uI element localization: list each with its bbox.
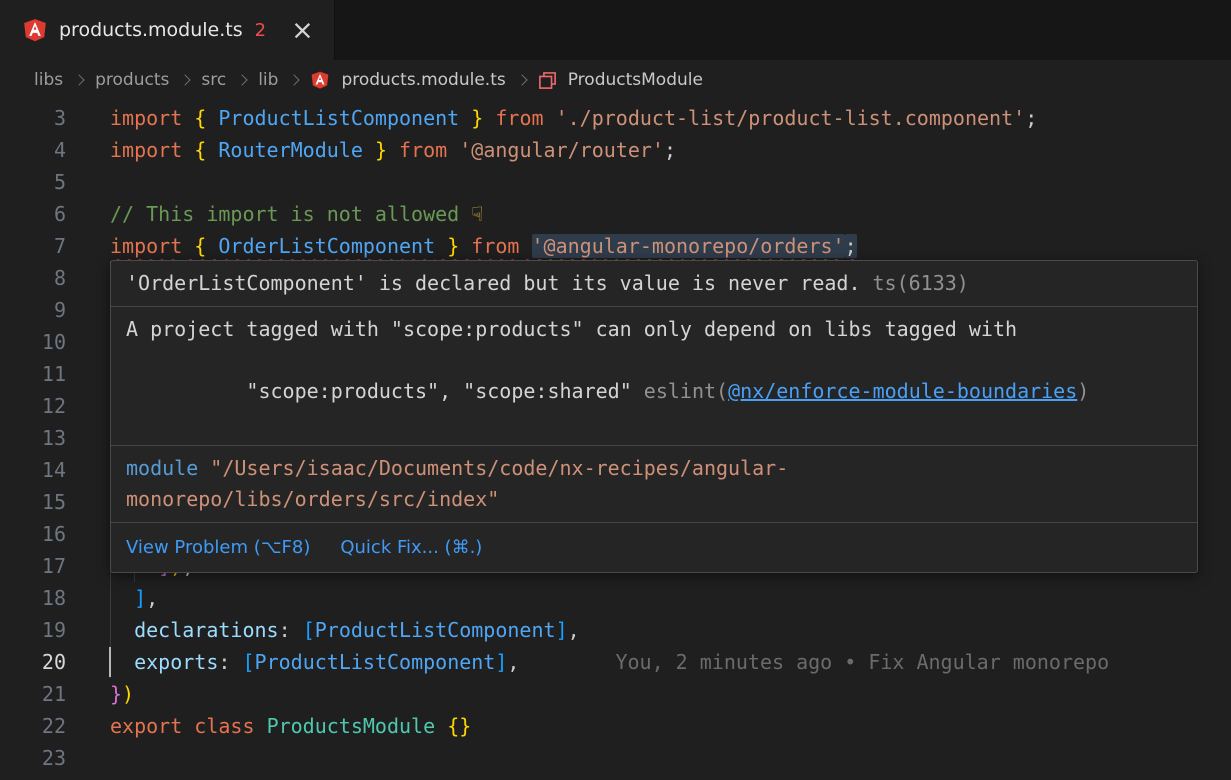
code-line-19[interactable]: 19 declarations: [ProductListComponent], — [0, 614, 1231, 646]
tab-bar: products.module.ts 2 × — [0, 0, 1231, 60]
breadcrumb: libs products src lib products.module.ts… — [0, 60, 1231, 100]
line-number: 21 — [0, 678, 66, 710]
code-line-4[interactable]: 4import { RouterModule } from '@angular/… — [0, 134, 1231, 166]
breadcrumb-libs[interactable]: libs — [34, 70, 63, 90]
inline-blame: You, 2 minutes ago • Fix Angular monorep… — [615, 650, 1109, 674]
line-number: 4 — [0, 134, 66, 166]
eslint-message-line1: A project tagged with "scope:products" c… — [126, 314, 1182, 345]
eslint-source-open: eslint( — [644, 379, 728, 403]
code-line-3[interactable]: 3import { ProductListComponent } from '.… — [0, 102, 1231, 134]
module-path-line2: monorepo/libs/orders/src/index" — [126, 487, 499, 511]
chevron-right-icon — [180, 70, 190, 90]
line-number: 13 — [0, 422, 66, 454]
module-path-line1: "/Users/isaac/Documents/code/nx-recipes/… — [198, 456, 788, 480]
hover-ts-diagnostic: 'OrderListComponent' is declared but its… — [111, 261, 1197, 306]
line-number: 3 — [0, 102, 66, 134]
chevron-right-icon — [74, 70, 84, 90]
line-number: 12 — [0, 390, 66, 422]
eslint-rule-link[interactable]: @nx/enforce-module-boundaries — [728, 379, 1077, 403]
code-line-18[interactable]: 18 ], — [0, 582, 1231, 614]
tab-products-module[interactable]: products.module.ts 2 × — [0, 0, 335, 60]
tab-problems-badge: 2 — [255, 20, 266, 41]
hover-module-path: module "/Users/isaac/Documents/code/nx-r… — [111, 446, 1197, 522]
hover-popup: 'OrderListComponent' is declared but its… — [110, 260, 1198, 573]
close-icon[interactable]: × — [291, 17, 314, 44]
line-number: 7 — [0, 230, 66, 262]
line-number: 14 — [0, 454, 66, 486]
line-number: 6 — [0, 198, 66, 230]
eslint-source-close: ) — [1077, 379, 1089, 403]
angular-icon — [310, 70, 330, 90]
chevron-right-icon — [289, 70, 299, 90]
line-number: 20 — [0, 646, 66, 678]
view-problem-action[interactable]: View Problem (⌥F8) — [126, 532, 310, 563]
angular-icon — [22, 17, 48, 43]
line-number: 16 — [0, 518, 66, 550]
chevron-right-icon — [237, 70, 247, 90]
breadcrumb-symbol-productsmodule[interactable]: ProductsModule — [568, 70, 703, 90]
code-line-22[interactable]: 22export class ProductsModule {} — [0, 710, 1231, 742]
line-number: 8 — [0, 262, 66, 294]
line-number: 19 — [0, 614, 66, 646]
editor[interactable]: 3import { ProductListComponent } from '.… — [0, 100, 1231, 780]
code-line-21[interactable]: 21}) — [0, 678, 1231, 710]
line-number: 17 — [0, 550, 66, 582]
quick-fix-action[interactable]: Quick Fix... (⌘.) — [340, 532, 482, 563]
tab-title: products.module.ts — [59, 19, 243, 41]
line-number: 15 — [0, 486, 66, 518]
breadcrumb-src[interactable]: src — [201, 70, 226, 90]
hover-eslint-diagnostic: A project tagged with "scope:products" c… — [111, 307, 1197, 445]
hover-actions: View Problem (⌥F8) Quick Fix... (⌘.) — [111, 523, 1197, 572]
line-number: 10 — [0, 326, 66, 358]
class-symbol-icon — [538, 71, 557, 90]
line-number: 18 — [0, 582, 66, 614]
breadcrumb-file[interactable]: products.module.ts — [341, 70, 505, 90]
code-line-5[interactable]: 5 — [0, 166, 1231, 198]
code-line-20[interactable]: 20 exports: [ProductListComponent],You, … — [0, 646, 1231, 678]
breadcrumb-products[interactable]: products — [95, 70, 169, 90]
line-number: 22 — [0, 710, 66, 742]
line-number: 9 — [0, 294, 66, 326]
line-number: 11 — [0, 358, 66, 390]
code-line-6[interactable]: 6// This import is not allowed ☟ — [0, 198, 1231, 230]
code-line-7[interactable]: 7import { OrderListComponent } from '@an… — [0, 230, 1231, 262]
chevron-right-icon — [517, 70, 527, 90]
breadcrumb-lib[interactable]: lib — [258, 70, 278, 90]
eslint-message-line2: "scope:products", "scope:shared" — [246, 379, 643, 403]
code-line-23[interactable]: 23 — [0, 742, 1231, 774]
ts-diagnostic-code: ts(6133) — [873, 271, 969, 295]
line-number: 23 — [0, 742, 66, 774]
line-number: 5 — [0, 166, 66, 198]
text-cursor — [109, 647, 111, 677]
vscode-window: products.module.ts 2 × libs products src… — [0, 0, 1231, 780]
module-keyword: module — [126, 456, 198, 480]
ts-diagnostic-message: 'OrderListComponent' is declared but its… — [126, 271, 861, 295]
